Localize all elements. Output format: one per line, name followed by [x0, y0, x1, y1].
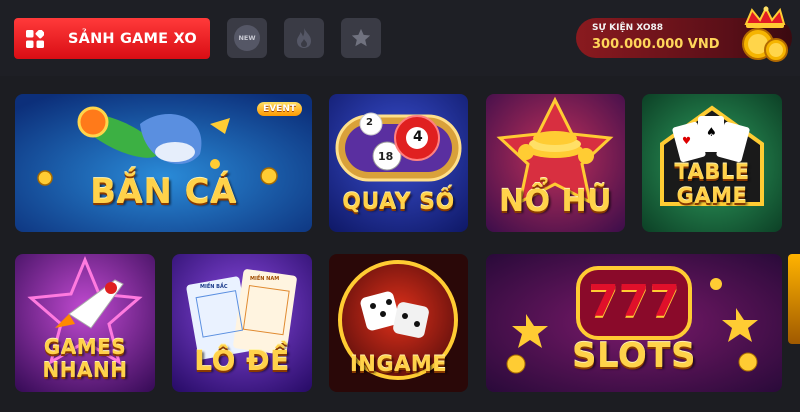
- grid-icon: [26, 29, 44, 48]
- game-tile-ingame[interactable]: INGAME: [329, 254, 468, 392]
- new-label: NEW: [238, 34, 256, 42]
- ball-number: 18: [378, 150, 394, 163]
- tile-title-line: NHANH: [42, 358, 128, 382]
- tile-title: LÔ ĐỀ: [194, 344, 290, 377]
- tile-title: QUAY SỐ: [342, 190, 455, 215]
- game-tile-quay-so[interactable]: 2 18 4 QUAY SỐ: [329, 94, 468, 232]
- slots-number: 777: [588, 276, 680, 327]
- tile-title: NỔ HŨ: [498, 184, 613, 219]
- tile-title: BẮN CÁ: [90, 172, 237, 212]
- tile-title-line: GAME: [676, 184, 748, 208]
- crown-coins-icon: [742, 6, 788, 62]
- filter-hot-button[interactable]: [284, 18, 324, 58]
- filter-favorite-button[interactable]: [341, 18, 381, 58]
- svg-text:♥: ♥: [682, 136, 691, 147]
- fire-icon: [297, 28, 311, 48]
- ticket-label: MIỀN BẮC: [200, 284, 228, 290]
- game-tile-no-hu[interactable]: NỔ HŨ: [486, 94, 625, 232]
- ticket-label: MIỀN NAM: [250, 276, 280, 282]
- tile-title-line: TABLE: [674, 160, 750, 184]
- game-lobby-button[interactable]: SẢNH GAME XO: [14, 18, 210, 59]
- top-bar: SẢNH GAME XO NEW SỰ KIỆN XO88 300.000.00…: [0, 0, 800, 76]
- new-icon: NEW: [234, 25, 260, 51]
- tile-title: SLOTS: [571, 336, 697, 376]
- event-amount: 300.000.000 VND: [592, 37, 720, 52]
- tile-title-line: GAMES: [43, 335, 127, 359]
- svg-text:♠: ♠: [706, 125, 717, 139]
- tile-title: GAMES NHANH: [15, 336, 155, 382]
- game-tile-games-nhanh[interactable]: GAMES NHANH: [15, 254, 155, 392]
- filter-new-button[interactable]: NEW: [227, 18, 267, 58]
- star-icon: [351, 28, 371, 47]
- game-lobby-page: SẢNH GAME XO NEW SỰ KIỆN XO88 300.000.00…: [0, 0, 800, 412]
- game-tile-table-game[interactable]: ♠ ♥ TABLE GAME: [642, 94, 782, 232]
- next-tile-peek: [788, 254, 800, 344]
- game-lobby-label: SẢNH GAME XO: [68, 30, 197, 47]
- ball-number: 4: [413, 129, 423, 145]
- event-title: SỰ KIỆN XO88: [592, 23, 664, 33]
- game-tile-ban-ca[interactable]: EVENT BẮN CÁ: [15, 94, 312, 232]
- tile-title: TABLE GAME: [642, 160, 782, 208]
- ball-number: 2: [366, 117, 373, 128]
- event-badge: EVENT: [257, 102, 302, 116]
- tile-title: INGAME: [349, 352, 448, 376]
- game-tile-slots[interactable]: 777 SLOTS: [486, 254, 782, 392]
- game-tile-lo-de[interactable]: MIỀN BẮC MIỀN NAM LÔ ĐỀ: [172, 254, 312, 392]
